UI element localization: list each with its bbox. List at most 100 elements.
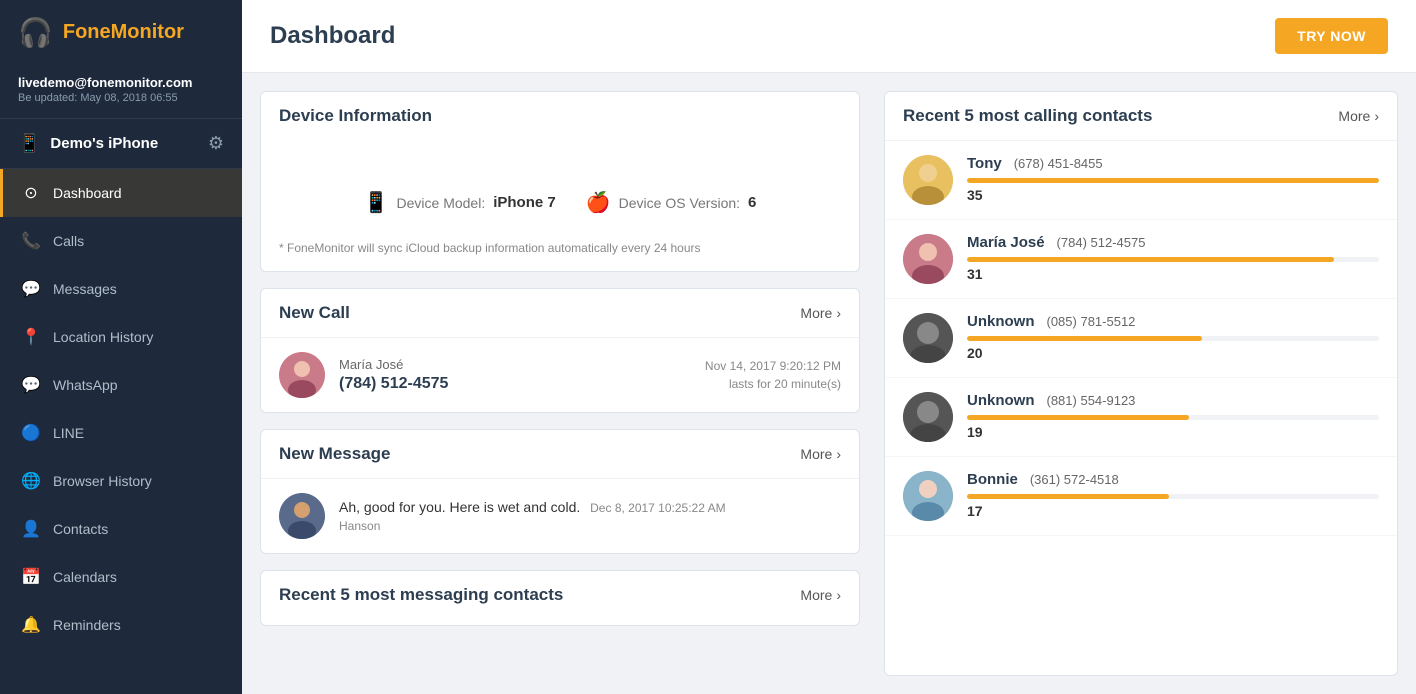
sidebar-item-location-history[interactable]: 📍 Location History [0,313,242,361]
right-column: Recent 5 most calling contacts More › [876,73,1416,694]
recent-messaging-title: Recent 5 most messaging contacts [279,585,563,605]
contact-details-maria-jose: María José (784) 512-4575 31 [967,234,1379,284]
chevron-right-icon: › [836,305,841,321]
device-note: * FoneMonitor will sync iCloud backup in… [261,233,859,271]
recent-calling-title: Recent 5 most calling contacts [903,106,1152,126]
new-message-title: New Message [279,444,391,464]
sidebar-item-messages[interactable]: 💬 Messages [0,265,242,313]
sidebar-user-info: livedemo@fonemonitor.com Be updated: May… [0,65,242,119]
contact-row-tony: Tony (678) 451-8455 35 [885,141,1397,220]
new-call-more-link[interactable]: More › [800,305,841,321]
avatar [279,493,325,539]
avatar [279,352,325,398]
call-count: 19 [967,424,983,440]
contact-details-tony: Tony (678) 451-8455 35 [967,155,1379,205]
new-message-more-link[interactable]: More › [800,446,841,462]
device-info-title: Device Information [279,106,432,126]
chevron-right-icon: › [1374,108,1379,124]
progress-bar [967,178,1379,183]
contact-details-bonnie: Bonnie (361) 572-4518 17 [967,471,1379,521]
device-name: 📱 Demo's iPhone [18,133,158,154]
call-info: María José (784) 512-4575 [339,357,691,393]
contact-details-unknown1: Unknown (085) 781-5512 20 [967,313,1379,363]
contact-details-unknown2: Unknown (881) 554-9123 19 [967,392,1379,442]
user-updated: Be updated: May 08, 2018 06:55 [18,92,224,104]
contacts-icon: 👤 [21,519,41,539]
call-date: Nov 14, 2017 9:20:12 PM [705,359,841,373]
contact-row-maria-jose: María José (784) 512-4575 31 [885,220,1397,299]
message-date: Dec 8, 2017 10:25:22 AM [590,501,725,515]
calls-icon: 📞 [21,231,41,251]
chevron-right-icon: › [836,587,841,603]
reminders-icon: 🔔 [21,615,41,635]
recent-calling-header: Recent 5 most calling contacts More › [885,92,1397,141]
contact-row-unknown2: Unknown (881) 554-9123 19 [885,378,1397,457]
contact-phone: (085) 781-5512 [1047,314,1136,329]
user-email: livedemo@fonemonitor.com [18,75,224,90]
dashboard-icon: ⊙ [21,183,41,203]
message-item: Ah, good for you. Here is wet and cold. … [261,478,859,553]
sidebar-item-label: Messages [53,281,117,297]
sidebar-item-browser-history[interactable]: 🌐 Browser History [0,457,242,505]
sidebar-item-calendars[interactable]: 📅 Calendars [0,553,242,601]
contact-phone: (678) 451-8455 [1014,156,1103,171]
call-meta: Nov 14, 2017 9:20:12 PM lasts for 20 min… [705,359,841,391]
recent-messaging-header: Recent 5 most messaging contacts More › [261,571,859,605]
sidebar-item-contacts[interactable]: 👤 Contacts [0,505,242,553]
call-item: María José (784) 512-4575 Nov 14, 2017 9… [261,337,859,412]
messages-icon: 💬 [21,279,41,299]
sidebar-item-label: Reminders [53,617,121,633]
sidebar-device: 📱 Demo's iPhone ⚙ [0,119,242,169]
sidebar-item-calls[interactable]: 📞 Calls [0,217,242,265]
message-info: Ah, good for you. Here is wet and cold. … [339,499,841,533]
page-header: Dashboard TRY NOW [242,0,1416,73]
new-call-header: New Call More › [261,289,859,337]
progress-bar [967,257,1379,262]
progress-bar [967,494,1379,499]
progress-fill [967,257,1334,262]
device-info-header: Device Information [261,92,859,140]
new-call-card: New Call More › Marí [260,288,860,413]
recent-messaging-more-link[interactable]: More › [800,587,841,603]
new-message-card: New Message More › [260,429,860,554]
location-icon: 📍 [21,327,41,347]
contact-name: Unknown [967,313,1035,330]
sidebar-item-whatsapp[interactable]: 💬 WhatsApp [0,361,242,409]
browser-icon: 🌐 [21,471,41,491]
call-count: 20 [967,345,983,361]
progress-bar [967,336,1379,341]
message-text: Ah, good for you. Here is wet and cold. … [339,499,841,515]
contact-name: María José [967,234,1045,251]
avatar [903,313,953,363]
recent-calling-more-link[interactable]: More › [1338,108,1379,124]
try-now-button[interactable]: TRY NOW [1275,18,1388,54]
sidebar-item-dashboard[interactable]: ⊙ Dashboard [0,169,242,217]
apple-icon: 🍎 [586,190,611,215]
sidebar-item-line[interactable]: 🔵 LINE [0,409,242,457]
device-phone-icon: 📱 [18,133,40,154]
contact-row-bonnie: Bonnie (361) 572-4518 17 [885,457,1397,536]
contact-phone: (784) 512-4575 [1057,235,1146,250]
left-column: Device Information 📱 Device Model: iPhon… [242,73,876,694]
logo-icon: 🎧 [18,16,53,49]
call-count: 17 [967,503,983,519]
progress-fill [967,178,1379,183]
sidebar-logo: 🎧 FoneMonitor [0,0,242,65]
message-sender: Hanson [339,519,841,533]
settings-icon[interactable]: ⚙ [208,133,224,154]
device-info-card: Device Information 📱 Device Model: iPhon… [260,91,860,272]
main-area: Dashboard TRY NOW Device Information 📱 D… [242,0,1416,694]
sidebar-item-reminders[interactable]: 🔔 Reminders [0,601,242,649]
sidebar-item-label: LINE [53,425,84,441]
new-message-header: New Message More › [261,430,859,478]
sidebar: 🎧 FoneMonitor livedemo@fonemonitor.com B… [0,0,242,694]
progress-fill [967,415,1189,420]
page-title: Dashboard [270,22,395,50]
sidebar-item-label: Location History [53,329,153,345]
contact-name: Tony [967,155,1002,172]
device-os-field: 🍎 Device OS Version: 6 [586,190,757,215]
sidebar-item-label: Contacts [53,521,108,537]
contact-phone: (361) 572-4518 [1030,472,1119,487]
sidebar-nav: ⊙ Dashboard 📞 Calls 💬 Messages 📍 Locatio… [0,169,242,694]
avatar [903,155,953,205]
